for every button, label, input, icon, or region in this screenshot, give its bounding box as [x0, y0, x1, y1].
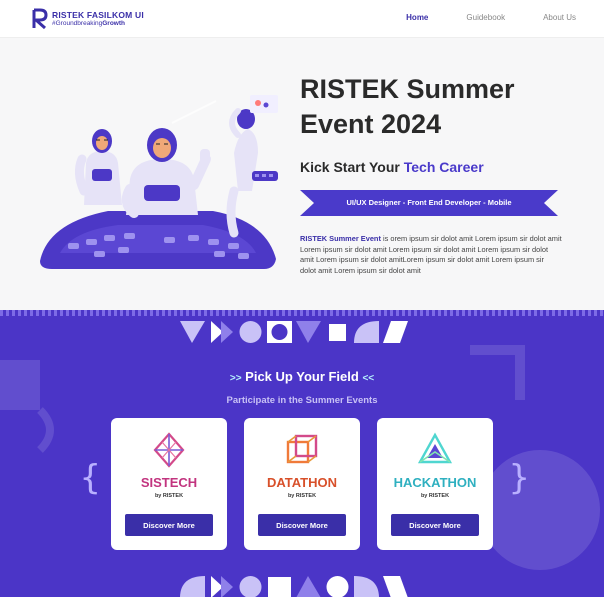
event-card-title: HACKATHON: [393, 475, 477, 490]
discover-more-datathon-button[interactable]: Discover More: [258, 514, 346, 536]
event-card-hackathon[interactable]: HACKATHON by RISTEK Discover More: [377, 418, 493, 550]
hero-section: RISTEK Summer Event 2024 Kick Start Your…: [0, 38, 604, 310]
stripe-divider: [0, 310, 604, 316]
hero-subtitle: Kick Start Your Tech Career: [300, 159, 484, 175]
chevrons-right-icon: >>: [229, 373, 242, 384]
event-card-by: by RISTEK: [154, 493, 184, 499]
slant-shape-icon: [383, 321, 408, 343]
quarter-shape-icon: [354, 576, 379, 597]
hero-subtitle-highlight: Tech Career: [403, 159, 484, 175]
brand-name: RISTEK FASILKOM UI: [52, 9, 144, 20]
hero-illustration: [40, 95, 278, 269]
shape-row-bottom: [178, 574, 410, 597]
left-brace-icon: {: [80, 458, 101, 498]
arrow-shape-icon: [211, 321, 233, 343]
sistech-logo-icon: [153, 432, 185, 468]
shape-row-top: [178, 319, 410, 345]
datathon-logo-icon: [286, 434, 318, 464]
hero-description: RISTEK Summer Event is orem ipsum sir do…: [300, 234, 562, 276]
ristek-logo-icon: [32, 8, 48, 30]
diamond-shape-icon: [296, 321, 321, 343]
square-shape-icon: [268, 577, 291, 597]
nav-link-guidebook[interactable]: Guidebook: [466, 13, 505, 22]
circle-shape-icon: [239, 321, 262, 343]
arrow-shape-icon: [211, 576, 233, 597]
nav-link-about-us[interactable]: About Us: [543, 13, 576, 22]
quarter-shape-icon: [354, 321, 379, 343]
circle-shape-icon: [239, 576, 262, 597]
roles-banner: UI/UX Designer - Front End Developer - M…: [300, 190, 558, 216]
circle-shape-icon: [326, 576, 349, 597]
roles-text: UI/UX Designer - Front End Developer - M…: [346, 198, 512, 207]
brand-logo[interactable]: RISTEK FASILKOM UI #GroundbreakingGrowth: [32, 8, 144, 30]
event-card-title: DATATHON: [266, 475, 338, 490]
right-brace-icon: }: [509, 458, 530, 498]
event-card-title: SISTECH: [140, 475, 198, 490]
event-card-datathon[interactable]: DATATHON by RISTEK Discover More: [244, 418, 360, 550]
triangle-shape-icon: [180, 321, 205, 343]
square-shape-icon: [329, 324, 346, 341]
nav-link-home[interactable]: Home: [406, 13, 428, 22]
event-card-by: by RISTEK: [420, 493, 450, 499]
half-circle-shape-icon: [267, 321, 292, 343]
event-card-sistech[interactable]: SISTECH by RISTEK Discover More: [111, 418, 227, 550]
brand-tagline: #GroundbreakingGrowth: [52, 20, 125, 27]
half-circle-shape-icon: [180, 576, 205, 597]
hackathon-logo-icon: [417, 432, 453, 464]
events-subtitle: Participate in the Summer Events: [226, 395, 378, 406]
events-section: >> Pick Up Your Field << Participate in …: [0, 310, 604, 597]
chevrons-left-icon: <<: [362, 373, 375, 384]
discover-more-sistech-button[interactable]: Discover More: [125, 514, 213, 536]
slant-shape-icon: [383, 576, 408, 597]
nav-links: Home Guidebook About Us: [368, 13, 576, 22]
discover-more-hackathon-button[interactable]: Discover More: [391, 514, 479, 536]
triangle-shape-icon: [296, 576, 321, 597]
hero-title: RISTEK Summer Event 2024: [300, 74, 515, 139]
event-card-by: by RISTEK: [287, 493, 317, 499]
navbar: RISTEK FASILKOM UI #GroundbreakingGrowth…: [0, 0, 604, 38]
events-title: >> Pick Up Your Field <<: [229, 369, 375, 384]
